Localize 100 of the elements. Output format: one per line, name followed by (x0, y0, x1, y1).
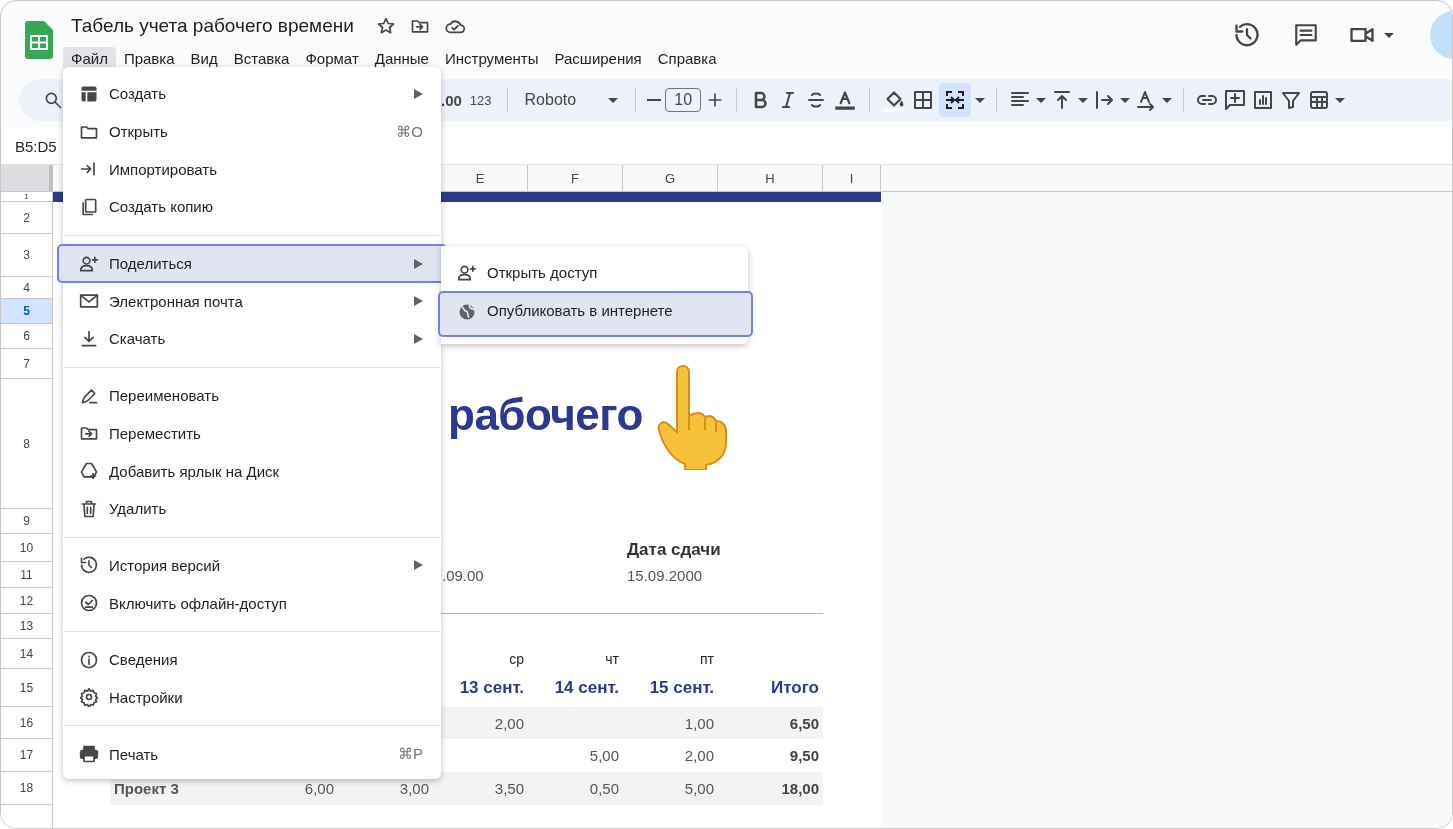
total-cell: 6,50 (789, 714, 819, 732)
submenu-arrow-icon (414, 88, 423, 99)
column-header[interactable]: F (528, 165, 623, 191)
table-cell: 5,00 (684, 780, 714, 797)
row-header[interactable]: 6 (1, 324, 53, 349)
caret-icon (1162, 97, 1173, 103)
sheet-title: рабочего (448, 389, 643, 441)
menu-item[interactable]: Переименовать (63, 376, 441, 415)
table-cell-text: .09.00 (441, 565, 485, 586)
menu-item[interactable]: Скачать (63, 320, 441, 358)
row-header[interactable]: 17 (1, 739, 53, 772)
history-icon (79, 555, 99, 576)
row-header[interactable]: 16 (1, 707, 53, 739)
menu-item[interactable]: История версий (63, 546, 441, 585)
column-header[interactable]: H (718, 165, 823, 191)
font-select[interactable]: Roboto (518, 91, 625, 109)
menu-item[interactable]: Открыть ⌘O (63, 112, 441, 151)
shortcut-label: ⌘P (398, 745, 423, 764)
row-header[interactable]: 4 (1, 277, 53, 299)
date-header: 14 сент. (553, 677, 620, 699)
menu-item[interactable]: Создать (63, 75, 441, 113)
history-icon (1233, 21, 1261, 49)
select-all-corner[interactable] (1, 165, 53, 191)
download-icon (79, 328, 99, 349)
menu-item[interactable]: Настройки (63, 678, 441, 717)
menu-item[interactable]: Поделиться (58, 244, 446, 283)
menu-item[interactable]: Добавить ярлык на Диск (63, 452, 441, 490)
minus-icon (647, 99, 662, 101)
row-header[interactable]: 10 (1, 534, 53, 562)
row-header[interactable]: 8 (1, 379, 53, 509)
settings-icon (79, 687, 99, 708)
info-icon (79, 649, 99, 670)
menu-item[interactable]: Правка (115, 47, 183, 71)
menu-item[interactable]: Электронная почта (63, 282, 441, 321)
total-header: Итого (770, 677, 820, 699)
menu-item[interactable]: Удалить (63, 489, 441, 528)
drive-add-icon (79, 461, 99, 482)
menu-item[interactable]: Справка (649, 47, 725, 71)
number-format-button[interactable]: 123 (465, 92, 496, 108)
row-header[interactable]: 14 (1, 639, 53, 669)
weekday-label: чт (604, 650, 620, 669)
row-header[interactable]: 5 (1, 299, 53, 324)
offline-check-icon (79, 593, 99, 614)
row-header[interactable]: 11 (1, 562, 53, 588)
table-cell: 0,50 (589, 780, 619, 797)
submenu-arrow-icon (414, 296, 423, 307)
row-header[interactable]: 2 (1, 202, 53, 234)
document-title[interactable]: Табель учета рабочего времени (71, 15, 354, 37)
star-icon (375, 16, 396, 36)
menu-item[interactable]: Расширения (546, 47, 650, 71)
row-header[interactable]: 13 (1, 614, 53, 639)
table-cell: 2,00 (684, 747, 714, 764)
menu-item[interactable]: Печать ⌘P (63, 735, 441, 773)
menu-item[interactable]: Данные (366, 47, 437, 71)
table-cell: 3,50 (494, 780, 524, 797)
submenu-arrow-icon (414, 333, 423, 344)
menu-item[interactable]: Переместить (63, 414, 441, 453)
row-header[interactable]: 7 (1, 349, 53, 379)
printer-icon (79, 744, 99, 765)
menu-item[interactable]: Включить офлайн-доступ (63, 584, 441, 622)
submenu-arrow-icon (414, 560, 423, 571)
row-header[interactable]: 18 (1, 772, 53, 805)
caret-icon (1036, 97, 1047, 103)
date-header: 13 сент. (458, 677, 525, 699)
row-header[interactable]: 1 (1, 192, 53, 202)
menu-item[interactable]: Опубликовать в интернете (439, 291, 752, 336)
menu-item[interactable]: Вставка (225, 47, 298, 71)
globe-icon (457, 301, 477, 322)
row-header[interactable]: 12 (1, 588, 53, 614)
caret-icon (975, 97, 986, 103)
submenu-arrow-icon (414, 258, 423, 269)
menu-item[interactable]: Инструменты (436, 47, 547, 71)
name-box[interactable]: B5:D5 (1, 138, 57, 155)
caret-icon (1384, 32, 1394, 38)
row-header[interactable]: 9 (1, 509, 53, 534)
table-cell: 3,00 (399, 780, 429, 797)
sheets-logo[interactable] (25, 21, 53, 59)
caret-icon (608, 97, 619, 103)
menu-item[interactable]: Создать копию (63, 188, 441, 226)
weekday-label: пт (699, 650, 715, 669)
menu-item[interactable]: Вид (182, 47, 226, 71)
merge-cells-button[interactable] (939, 83, 972, 117)
row-header[interactable]: 15 (1, 669, 53, 707)
pointing-hand-icon (656, 364, 729, 470)
weekday-label: ср (508, 650, 525, 669)
column-header[interactable]: G (623, 165, 718, 191)
caret-icon (1078, 97, 1089, 103)
table-cell: 1,00 (684, 714, 714, 732)
search-icon (43, 90, 63, 110)
decimal-button[interactable]: .00 (441, 91, 462, 109)
font-size-field[interactable]: 10 (665, 88, 702, 112)
caret-icon (1335, 97, 1346, 103)
caret-icon (1120, 97, 1131, 103)
row-header[interactable]: 3 (1, 234, 53, 277)
add-comment-icon (1223, 88, 1248, 112)
copy-icon (79, 196, 99, 217)
table-cell: 2,00 (494, 714, 524, 732)
field-label: Дата сдачи (627, 540, 721, 560)
menu-item[interactable]: Формат (297, 47, 367, 71)
menu-item[interactable]: Сведения (63, 640, 441, 679)
